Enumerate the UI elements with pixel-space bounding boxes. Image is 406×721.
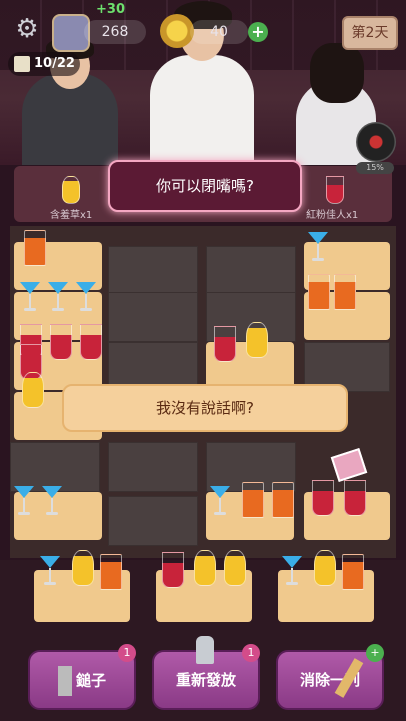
order-label: 含羞草x1 bbox=[50, 210, 93, 221]
drink-yellow-icon bbox=[72, 550, 94, 586]
notepad-icon bbox=[14, 56, 30, 72]
order-drink-yellow-icon bbox=[62, 176, 80, 204]
order-label: 紅粉佳人x1 bbox=[306, 210, 359, 221]
add-coins-button[interactable]: + bbox=[248, 22, 268, 42]
day-badge: 第2天 bbox=[342, 16, 398, 50]
drink-yellow-icon bbox=[224, 550, 246, 586]
dialogue-bubble-bottom: 我沒有說話啊? bbox=[62, 384, 348, 432]
drink-red-icon bbox=[214, 326, 236, 362]
drink-blue-icon bbox=[40, 552, 60, 586]
board-cell bbox=[108, 496, 198, 546]
top-bar: ⚙ +30 268 40 + 第2天 bbox=[0, 2, 406, 52]
drink-red-icon bbox=[312, 480, 334, 516]
order-drink-red-icon bbox=[326, 176, 344, 204]
drink-orange-icon bbox=[24, 230, 46, 266]
drink-blue-icon bbox=[20, 278, 40, 312]
cash-gain: +30 bbox=[96, 2, 125, 17]
drink-red-icon bbox=[80, 324, 102, 360]
record-disc-icon bbox=[356, 122, 396, 162]
cash-amount: 268 bbox=[84, 20, 146, 44]
drink-orange-icon bbox=[100, 554, 122, 590]
disc-percent: 15% bbox=[356, 162, 394, 174]
drink-orange-icon bbox=[342, 554, 364, 590]
gift-box-icon bbox=[330, 448, 368, 482]
drink-yellow-icon bbox=[194, 550, 216, 586]
dialogue-bubble-top: 你可以閉嘴嗎? bbox=[108, 160, 302, 212]
character-center bbox=[150, 1, 254, 165]
drink-blue-icon bbox=[14, 482, 34, 516]
coin-icon bbox=[160, 14, 194, 48]
coin-amount: 40 bbox=[190, 20, 248, 44]
drink-blue-icon bbox=[308, 228, 328, 262]
reshuffle-count-badge: 1 bbox=[242, 644, 260, 662]
drink-orange-icon bbox=[272, 482, 294, 518]
drink-blue-icon bbox=[210, 482, 230, 516]
drink-orange-icon bbox=[308, 274, 330, 310]
board-cell bbox=[108, 442, 198, 492]
drink-red-icon bbox=[162, 552, 184, 588]
drink-blue-icon bbox=[48, 278, 68, 312]
drink-red-icon bbox=[50, 324, 72, 360]
drink-yellow-icon bbox=[246, 322, 268, 358]
drink-orange-icon bbox=[242, 482, 264, 518]
shaker-icon bbox=[196, 636, 214, 664]
board-cell bbox=[108, 292, 198, 342]
drink-orange-icon bbox=[334, 274, 356, 310]
hammer-count-badge: 1 bbox=[118, 644, 136, 662]
board-cell bbox=[108, 246, 198, 298]
drink-red-icon bbox=[344, 480, 366, 516]
drink-yellow-icon bbox=[22, 372, 44, 408]
gear-icon[interactable]: ⚙ bbox=[12, 14, 42, 44]
drink-yellow-icon bbox=[314, 550, 336, 586]
progress-counter: 10/22 bbox=[8, 52, 80, 76]
hammer-icon bbox=[57, 665, 72, 696]
board-cell bbox=[206, 246, 296, 298]
clear-row-add-badge[interactable]: + bbox=[366, 644, 384, 662]
drink-blue-icon bbox=[76, 278, 96, 312]
character-left bbox=[22, 37, 118, 165]
drink-blue-icon bbox=[282, 552, 302, 586]
drink-blue-icon bbox=[42, 482, 62, 516]
